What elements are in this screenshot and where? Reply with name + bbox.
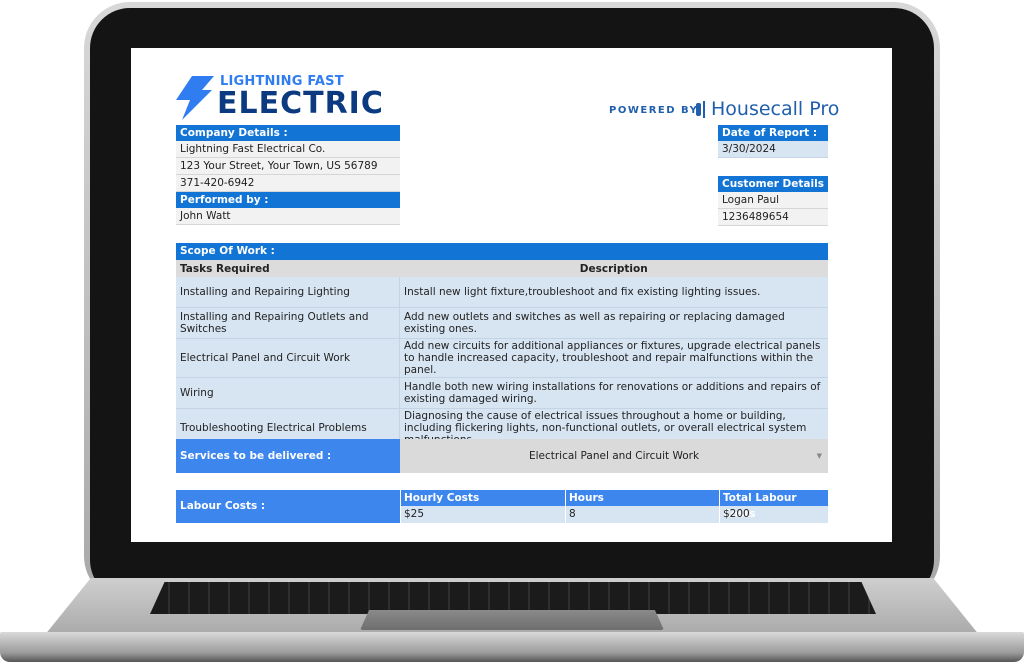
- scope-column-headers: Tasks Required Description: [176, 260, 828, 277]
- hourly-costs-cell[interactable]: $25: [401, 506, 565, 523]
- date-of-report-cell[interactable]: 3/30/2024: [718, 141, 828, 158]
- company-details-header: Company Details :: [176, 125, 400, 141]
- hours-header: Hours: [566, 490, 719, 506]
- dropdown-caret-icon[interactable]: ▼: [817, 439, 822, 473]
- task-cell[interactable]: Wiring: [176, 377, 400, 409]
- services-dropdown[interactable]: Electrical Panel and Circuit Work ▼: [400, 439, 828, 473]
- description-cell[interactable]: Install new light fixture,troubleshoot a…: [399, 277, 828, 308]
- laptop-front-edge: [0, 632, 1024, 662]
- customer-details-header: Customer Details :: [718, 176, 828, 206]
- company-phone-cell[interactable]: 371-420-6942: [176, 175, 400, 192]
- laptop-screen: LIGHTNING FAST ELECTRIC POWERED BY House…: [131, 48, 892, 542]
- housecall-pro-icon: [696, 101, 705, 118]
- scope-of-work-header: Scope Of Work :: [176, 243, 828, 260]
- column-header-tasks: Tasks Required: [176, 260, 400, 277]
- total-labour-costs-cell[interactable]: $200: [720, 506, 828, 523]
- hourly-costs-header: Hourly Costs: [401, 490, 565, 506]
- table-row: Installing and Repairing Outlets and Swi…: [176, 307, 828, 339]
- services-selected-value: Electrical Panel and Circuit Work: [528, 450, 700, 462]
- task-cell[interactable]: Electrical Panel and Circuit Work: [176, 338, 400, 378]
- hours-column: Hours 8: [565, 490, 719, 523]
- laptop-keyboard: [150, 582, 876, 614]
- hours-cell[interactable]: 8: [566, 506, 719, 523]
- laptop-trackpad: [360, 610, 664, 630]
- lightning-bolt-icon: [176, 76, 214, 120]
- company-details-block: Company Details : Lightning Fast Electri…: [176, 125, 400, 225]
- performed-by-header: Performed by :: [176, 192, 400, 208]
- hourly-costs-column: Hourly Costs $25: [400, 490, 565, 523]
- labour-costs-label: Labour Costs :: [176, 490, 400, 523]
- housecall-pro-logo: Housecall Pro: [711, 98, 840, 120]
- description-cell[interactable]: Handle both new wiring installations for…: [399, 377, 828, 409]
- total-labour-costs-column: Total Labour Costs $200: [719, 490, 828, 523]
- table-row: Electrical Panel and Circuit Work Add ne…: [176, 338, 828, 378]
- performed-by-cell[interactable]: John Watt: [176, 208, 400, 225]
- company-address-cell[interactable]: 123 Your Street, Your Town, US 56789: [176, 158, 400, 175]
- table-row: Wiring Handle both new wiring installati…: [176, 377, 828, 409]
- description-cell[interactable]: Add new outlets and switches as well as …: [399, 307, 828, 339]
- logo-wordmark: ELECTRIC: [217, 86, 384, 121]
- company-name-cell[interactable]: Lightning Fast Electrical Co.: [176, 141, 400, 158]
- customer-details-block: Customer Details : Logan Paul 1236489654: [718, 176, 828, 226]
- task-cell[interactable]: Installing and Repairing Outlets and Swi…: [176, 307, 400, 339]
- services-label: Services to be delivered :: [176, 439, 400, 473]
- task-cell[interactable]: Installing and Repairing Lighting: [176, 277, 400, 308]
- date-of-report-header: Date of Report :: [718, 125, 828, 141]
- scope-of-work-table: Scope Of Work : Tasks Required Descripti…: [176, 243, 828, 448]
- total-labour-costs-header: Total Labour Costs: [720, 490, 828, 520]
- services-row: Services to be delivered : Electrical Pa…: [176, 439, 828, 473]
- column-header-description: Description: [399, 260, 828, 277]
- customer-phone-cell[interactable]: 1236489654: [718, 209, 828, 226]
- description-cell[interactable]: Add new circuits for additional applianc…: [399, 338, 828, 378]
- table-row: Installing and Repairing Lighting Instal…: [176, 277, 828, 308]
- customer-name-cell[interactable]: Logan Paul: [718, 192, 828, 209]
- spreadsheet-report: LIGHTNING FAST ELECTRIC POWERED BY House…: [131, 48, 892, 542]
- date-of-report-block: Date of Report : 3/30/2024: [718, 125, 828, 158]
- powered-by-label: POWERED BY: [609, 105, 699, 116]
- labour-costs-row: Labour Costs : Hourly Costs $25 Hours 8 …: [176, 490, 828, 523]
